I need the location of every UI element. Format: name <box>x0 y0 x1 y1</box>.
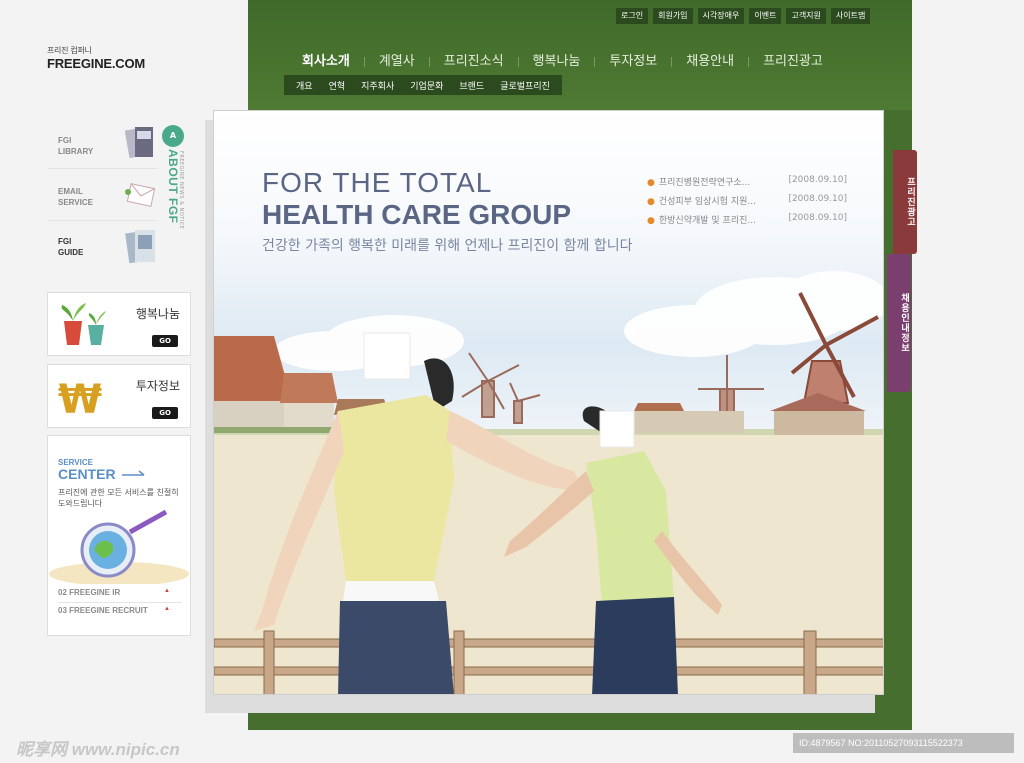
service-title: CENTER <box>58 466 116 482</box>
go-button[interactable]: GO <box>152 407 178 419</box>
subnav-item-culture[interactable]: 기업문화 <box>402 79 451 92</box>
sidebar-link-guide[interactable]: FGI GUIDE <box>58 236 118 258</box>
nav-item-ads[interactable]: 프리진광고 <box>749 53 837 71</box>
won-sign-icon: ₩ <box>58 377 102 421</box>
nav-item-news[interactable]: 프리진소식 <box>430 53 518 71</box>
sub-nav: 개요 연혁 지주회사 기업문화 브랜드 글로벌프리진 <box>284 75 562 95</box>
main-nav: 회사소개 계열사 프리진소식 행복나눔 투자정보 채용안내 프리진광고 <box>288 53 837 71</box>
divider <box>47 168 157 169</box>
guide-thumbnail <box>125 230 155 264</box>
triangle-icon: ▲ <box>164 588 170 594</box>
plant-pots-icon <box>61 303 106 345</box>
library-thumbnail <box>125 127 153 159</box>
news-item[interactable]: ● 한방신약개발 및 프리진... [2008.09.10] <box>647 213 847 226</box>
image-id-bar: ID:4879567 NO:20110527093115522373 <box>793 733 1014 753</box>
bullet-icon: ● <box>647 178 655 188</box>
svg-text:₩: ₩ <box>58 377 102 421</box>
subnav-item-global[interactable]: 글로벌프리진 <box>492 79 558 92</box>
sitemap-link[interactable]: 사이트맵 <box>830 8 871 24</box>
hero-tagline: 건강한 가족의 행복한 미래를 위해 언제나 프리진이 함께 합니다 <box>262 238 633 254</box>
accessibility-link[interactable]: 시각장애우 <box>697 8 745 24</box>
subnav-item-brand[interactable]: 브랜드 <box>451 79 492 92</box>
email-thumbnail <box>125 183 156 207</box>
logo-subtitle: 프리진 컴퍼니 <box>47 46 92 55</box>
arrow-icon <box>122 470 145 476</box>
nav-item-investment[interactable]: 투자정보 <box>595 53 671 71</box>
tab-ads[interactable]: 프리진광고 <box>893 150 917 254</box>
divider <box>47 220 157 221</box>
watermark: 昵享网 www.nipic.cn <box>16 740 180 759</box>
service-link-recruit[interactable]: 03 FREEGINE RECRUIT ▲ <box>58 606 182 615</box>
signup-link[interactable]: 회원가입 <box>653 8 693 24</box>
promo-box-happiness[interactable]: 행복나눔 GO <box>47 292 191 356</box>
event-link[interactable]: 이벤트 <box>749 8 782 24</box>
subnav-item-history[interactable]: 연혁 <box>321 79 354 92</box>
about-icon: A <box>162 125 184 147</box>
news-item[interactable]: ● 프리진병원전략연구소... [2008.09.10] <box>647 175 847 188</box>
support-link[interactable]: 고객지원 <box>786 8 826 24</box>
subnav-item-holding[interactable]: 지주회사 <box>353 79 402 92</box>
nav-item-company[interactable]: 회사소개 <box>288 53 364 71</box>
triangle-icon: ▲ <box>164 606 170 612</box>
sidebar-link-library[interactable]: FGI LIBRARY <box>58 135 118 157</box>
about-subtitle: FREEGINE NEWS & NOTICE <box>178 151 184 230</box>
promo-title: 행복나눔 <box>135 307 180 321</box>
promo-title: 투자정보 <box>135 379 180 393</box>
login-link[interactable]: 로그인 <box>616 8 649 24</box>
nav-item-affiliates[interactable]: 계열사 <box>365 53 429 71</box>
bullet-icon: ● <box>647 216 655 226</box>
hero-heading-line1: FOR THE TOTAL <box>262 167 493 198</box>
service-link-ir[interactable]: 02 FREEGINE IR ▲ <box>58 588 182 597</box>
utility-bar: 로그인 회원가입 시각장애우 이벤트 고객지원 사이트맵 <box>616 8 871 24</box>
site-logo[interactable]: FREEGINE.COM <box>47 56 145 71</box>
hero-banner: FOR THE TOTAL HEALTH CARE GROUP 건강한 가족의 … <box>213 110 884 695</box>
promo-box-investment[interactable]: ₩ 투자정보 GO <box>47 364 191 428</box>
subnav-item-overview[interactable]: 개요 <box>288 79 321 92</box>
hero-heading-line2: HEALTH CARE GROUP <box>262 199 572 230</box>
bullet-icon: ● <box>647 197 655 207</box>
sidebar-link-email[interactable]: EMAIL SERVICE <box>58 186 118 208</box>
service-center-box[interactable]: SERVICE CENTER 프리진에 관한 모든 서비스를 친절히 도와드립니… <box>47 435 191 636</box>
nav-item-sharing[interactable]: 행복나눔 <box>519 53 595 71</box>
go-button[interactable]: GO <box>152 335 178 347</box>
about-fgf-badge[interactable]: A ABOUT FGF FREEGINE NEWS & NOTICE <box>162 125 184 260</box>
divider <box>58 602 182 603</box>
globe-magnifier-icon <box>49 509 189 584</box>
nav-item-recruit[interactable]: 채용안내 <box>672 53 748 71</box>
news-item[interactable]: ● 건성피부 임상시험 지원... [2008.09.10] <box>647 194 847 207</box>
tab-recruit-info[interactable]: 채용인내정보 <box>887 254 911 392</box>
